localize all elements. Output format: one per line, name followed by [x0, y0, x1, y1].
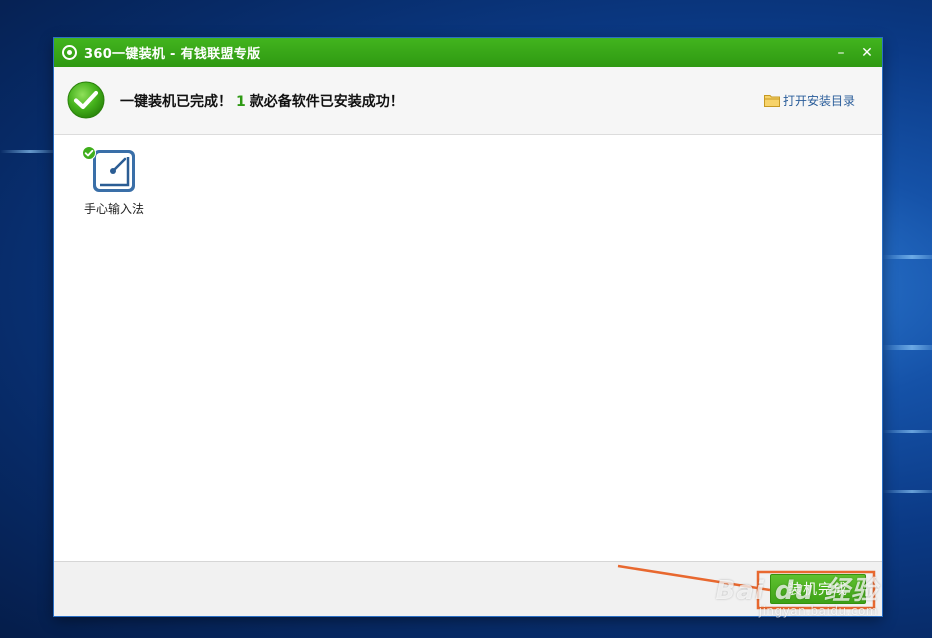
installed-apps-panel: 手心输入法 — [54, 135, 882, 561]
app-item-shouxin[interactable]: 手心输入法 — [76, 146, 152, 217]
shouxin-input-icon — [82, 146, 136, 193]
desktop-light-streak — [882, 490, 932, 493]
desktop-light-streak — [882, 430, 932, 433]
success-check-icon — [67, 81, 105, 119]
desktop-light-streak — [882, 345, 932, 350]
shouxin-input-graphic — [93, 150, 135, 192]
close-button[interactable]: ✕ — [860, 46, 874, 60]
desktop-light-streak — [0, 150, 60, 153]
folder-icon — [763, 95, 780, 107]
installed-count: 1 — [236, 94, 246, 110]
desktop-light-streak — [882, 255, 932, 259]
open-install-dir-label: 打开安装目录 — [782, 94, 855, 108]
installer-window: 360一键装机 - 有钱联盟专版 – ✕ 一键装机已完成！ 1 款必备软件已安装成功… — [54, 38, 882, 616]
app-name: 手心输入法 — [83, 202, 144, 216]
watermark-logo: Bai du 经验 — [715, 576, 878, 606]
baidu-jingyan-watermark: Bai du 经验 jingyan.baidu.com — [716, 570, 879, 618]
installed-check-icon — [82, 146, 96, 160]
completion-message-prefix: 一键装机已完成！ — [120, 94, 232, 110]
app-logo-icon — [62, 45, 77, 60]
completion-header: 一键装机已完成！ 1 款必备软件已安装成功！ 打开安装目录 — [54, 67, 882, 135]
minimize-button[interactable]: – — [834, 46, 848, 60]
window-controls: – ✕ — [834, 38, 874, 67]
completion-message: 一键装机已完成！ 1 款必备软件已安装成功！ — [120, 91, 404, 111]
title-bar[interactable]: 360一键装机 - 有钱联盟专版 – ✕ — [54, 38, 882, 67]
open-install-dir-link[interactable]: 打开安装目录 — [763, 92, 855, 109]
completion-message-suffix: 款必备软件已安装成功！ — [249, 94, 404, 110]
window-title: 360一键装机 - 有钱联盟专版 — [84, 47, 261, 62]
